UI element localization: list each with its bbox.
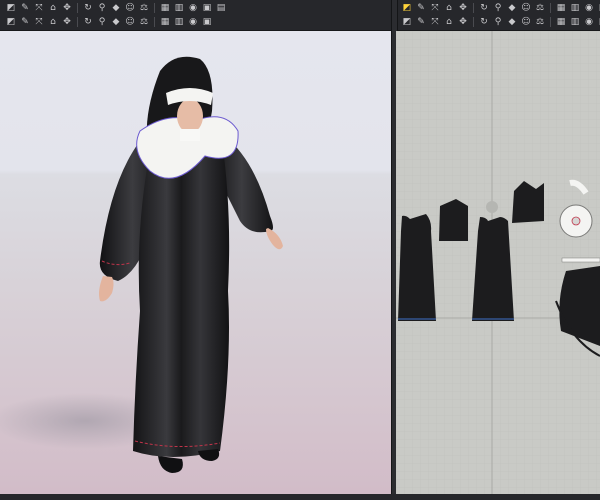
notch-icon[interactable]: ⚖ [533,2,547,14]
edit-sewing-icon[interactable]: ⤧ [428,16,442,28]
toolbar-3d-row-1: ◩ ✎ ⤧ ⌂ ✥ ↻ ⚲ ◆ ☺ ⚖ ▦ ▥ ◉ ▣ ▤ [4,2,228,14]
camera-icon[interactable]: ▣ [200,2,214,14]
pin-2d-icon[interactable]: ◉ [582,16,596,28]
grid-pattern-icon[interactable]: ▣ [596,2,600,14]
copy-icon[interactable]: ◉ [582,2,596,14]
right-shoe [198,449,220,461]
dropdown-icon[interactable]: ▣ [596,16,600,28]
fold-arrange-icon[interactable]: ⤧ [32,16,46,28]
dart-icon[interactable]: ◆ [505,2,519,14]
3d-scene [0,56,283,473]
toolbar-separator [154,17,155,27]
rectangle-icon[interactable]: ✥ [456,2,470,14]
pattern-piece-front-left[interactable] [398,214,436,321]
tack-icon[interactable]: ◆ [109,2,123,14]
text-icon[interactable]: ▦ [554,2,568,14]
ruler-icon[interactable]: ◉ [186,16,200,28]
button-2d-icon[interactable]: ⚲ [491,16,505,28]
fold-icon[interactable]: ⌂ [46,2,60,14]
graphic-icon[interactable]: ☺ [519,16,533,28]
left-hand [99,276,114,302]
move-icon[interactable]: ✥ [60,2,74,14]
toolbar-separator [154,3,155,13]
right-hand [266,228,283,250]
2d-pattern-viewport[interactable] [396,31,600,494]
toolbar-separator [550,3,551,13]
edit-curve-icon[interactable]: ✎ [414,2,428,14]
toolbar-2d-row-1: ◩✎⤧⌂✥↻⚲◆☺⚖▦▥◉▣▤ [400,2,600,14]
add-point-icon[interactable]: ⤧ [428,2,442,14]
left-shoe [158,456,183,473]
measure-icon[interactable]: ⚖ [137,2,151,14]
button-icon[interactable]: ◆ [109,16,123,28]
tape-icon[interactable]: ⚲ [95,16,109,28]
transform-pattern-icon[interactable]: ◩ [400,2,414,14]
toolbar-separator [77,3,78,13]
toolbar-3d-row-2: ◩ ✎ ⤧ ⌂ ✥ ↻ ⚲ ◆ ☺ ⚖ ▦ ▥ ◉ ▣ [4,16,214,28]
puckering-icon[interactable]: ▥ [568,16,582,28]
pleat-icon[interactable]: ↻ [477,16,491,28]
avatar-icon[interactable]: ☺ [123,2,137,14]
pin-box-icon[interactable]: ⌂ [46,16,60,28]
toolbar-separator [77,17,78,27]
fabric-icon[interactable]: ▦ [158,2,172,14]
texture-icon[interactable]: ▥ [172,2,186,14]
layer-icon[interactable]: ✥ [60,16,74,28]
pin-icon[interactable]: ⚲ [95,2,109,14]
arrangement-icon[interactable]: ◩ [4,16,18,28]
trace-icon[interactable]: ☺ [519,2,533,14]
free-sewing-icon[interactable]: ✎ [414,16,428,28]
pattern-canvas [396,31,600,494]
internal-line-icon[interactable]: ⚲ [491,2,505,14]
pattern-piece-band[interactable] [561,257,600,263]
select-mesh-icon[interactable]: ◩ [4,2,18,14]
dot-icon[interactable]: ▣ [200,16,214,28]
seam-icon[interactable]: ☺ [123,16,137,28]
measure-tape-icon[interactable]: ↻ [81,16,95,28]
topstitch-icon[interactable]: ▦ [554,16,568,28]
rotate-icon[interactable]: ↻ [81,2,95,14]
toolbar-separator [473,17,474,27]
circle-icon[interactable]: ↻ [477,2,491,14]
pattern-piece-back[interactable] [472,217,514,321]
zoom-icon[interactable]: ▥ [172,16,186,28]
neck-band [180,129,200,141]
3d-garment-viewport[interactable] [0,31,391,494]
toolbar-3d: ◩ ✎ ⤧ ⌂ ✥ ↻ ⚲ ◆ ☺ ⚖ ▦ ▥ ◉ ▣ ▤ ◩ ✎ ⤧ ⌂ ✥ ↻ ⚲ ◆ ☺ ⚖ ▦ ▥ ◉ ▣ [0,0,393,31]
status-bar [0,494,600,500]
avatar-silhouette-head [486,201,498,213]
collar-center [571,216,581,226]
fold-line-icon[interactable]: ⌂ [442,16,456,28]
elastic-icon[interactable]: ✥ [456,16,470,28]
face [177,99,203,133]
toolbar-2d-row-2: ◩✎⤧⌂✥ ↻⚲◆☺⚖ ▦▥◉▣ [400,16,600,28]
edit-pattern-icon[interactable]: ✎ [18,2,32,14]
image-icon[interactable]: ▥ [568,2,582,14]
measure-2d-icon[interactable]: ⚖ [533,16,547,28]
robe-body [133,137,230,457]
transform-icon[interactable]: ⤧ [32,2,46,14]
toolbar-separator [550,17,551,27]
trim-icon[interactable]: ⚖ [137,16,151,28]
buttonhole-icon[interactable]: ◆ [505,16,519,28]
pattern-piece-yoke[interactable] [439,199,468,241]
polygon-icon[interactable]: ⌂ [442,2,456,14]
strap-icon[interactable]: ✎ [18,16,32,28]
render-icon[interactable]: ◉ [186,2,200,14]
sync-icon[interactable]: ▦ [158,16,172,28]
grid-icon[interactable]: ▤ [214,2,228,14]
segment-sewing-icon[interactable]: ◩ [400,16,414,28]
toolbar-separator [473,3,474,13]
toolbar-2d: ◩✎⤧⌂✥↻⚲◆☺⚖▦▥◉▣▤ ◩✎⤧⌂✥↻⚲◆☺⚖▦▥◉▣ [396,0,600,31]
